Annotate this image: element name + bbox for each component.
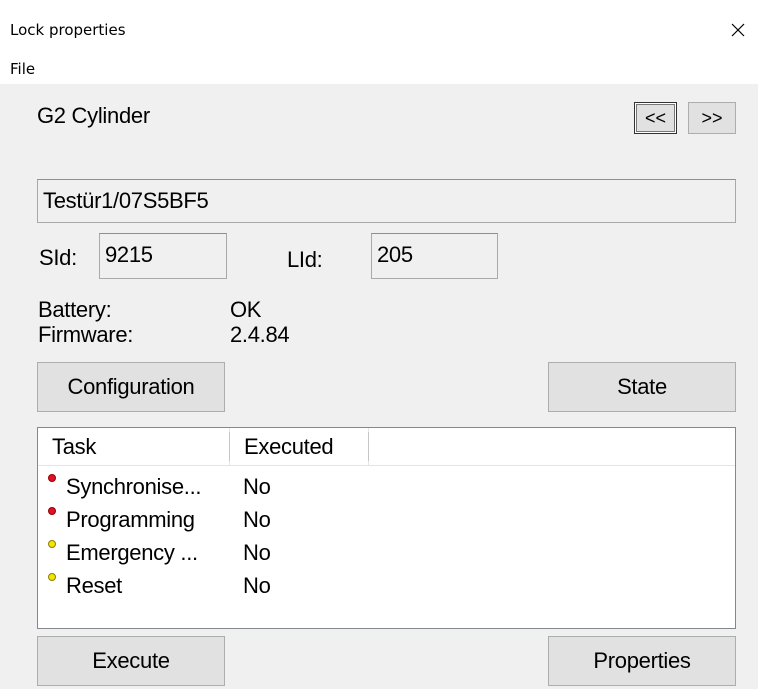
status-dot-icon <box>48 573 56 581</box>
lock-properties-window: Lock properties File G2 Cylinder << >> T… <box>0 0 758 689</box>
properties-button[interactable]: Properties <box>548 636 736 686</box>
firmware-label: Firmware: <box>38 322 134 347</box>
battery-label: Battery: <box>38 297 112 322</box>
state-button[interactable]: State <box>548 362 736 412</box>
previous-button[interactable]: << <box>634 102 677 134</box>
next-button[interactable]: >> <box>688 102 736 134</box>
status-dot-icon <box>48 540 56 548</box>
task-executed: No <box>243 573 271 598</box>
firmware-value: 2.4.84 <box>230 322 290 347</box>
status-dot-icon <box>48 474 56 482</box>
window-title: Lock properties <box>10 21 126 39</box>
task-name: Programming <box>66 507 195 532</box>
table-row[interactable]: Reset No <box>38 569 735 601</box>
sid-label: SId: <box>39 245 77 270</box>
task-name: Emergency ... <box>66 540 198 565</box>
column-header-task-label: Task <box>52 433 97 459</box>
menu-file[interactable]: File <box>10 60 35 78</box>
column-header-executed[interactable]: Executed <box>230 428 369 465</box>
close-icon <box>731 23 745 37</box>
lid-label: LId: <box>287 247 323 272</box>
task-executed: No <box>243 474 271 499</box>
task-list-header: Task Executed <box>38 428 735 466</box>
table-row[interactable]: Emergency ... No <box>38 536 735 568</box>
task-name: Reset <box>66 573 122 598</box>
column-header-task[interactable]: Task <box>38 428 230 465</box>
task-executed: No <box>243 540 271 565</box>
lid-field[interactable]: 205 <box>371 233 498 279</box>
lock-name-field[interactable]: Testür1/07S5BF5 <box>37 179 736 223</box>
status-dot-icon <box>48 507 56 515</box>
configuration-button[interactable]: Configuration <box>37 362 225 412</box>
execute-button[interactable]: Execute <box>37 636 225 686</box>
table-row[interactable]: Synchronise... No <box>38 470 735 502</box>
battery-value: OK <box>230 297 262 322</box>
menu-bar: File <box>0 56 758 84</box>
task-executed: No <box>243 507 271 532</box>
task-list[interactable]: Task Executed Synchronise... No Programm… <box>37 427 736 629</box>
task-name: Synchronise... <box>66 474 202 499</box>
lock-type-label: G2 Cylinder <box>37 103 150 128</box>
column-header-executed-label: Executed <box>244 433 334 459</box>
title-bar: Lock properties <box>0 0 758 56</box>
close-button[interactable] <box>718 10 758 50</box>
sid-field[interactable]: 9215 <box>99 233 227 279</box>
table-row[interactable]: Programming No <box>38 503 735 535</box>
